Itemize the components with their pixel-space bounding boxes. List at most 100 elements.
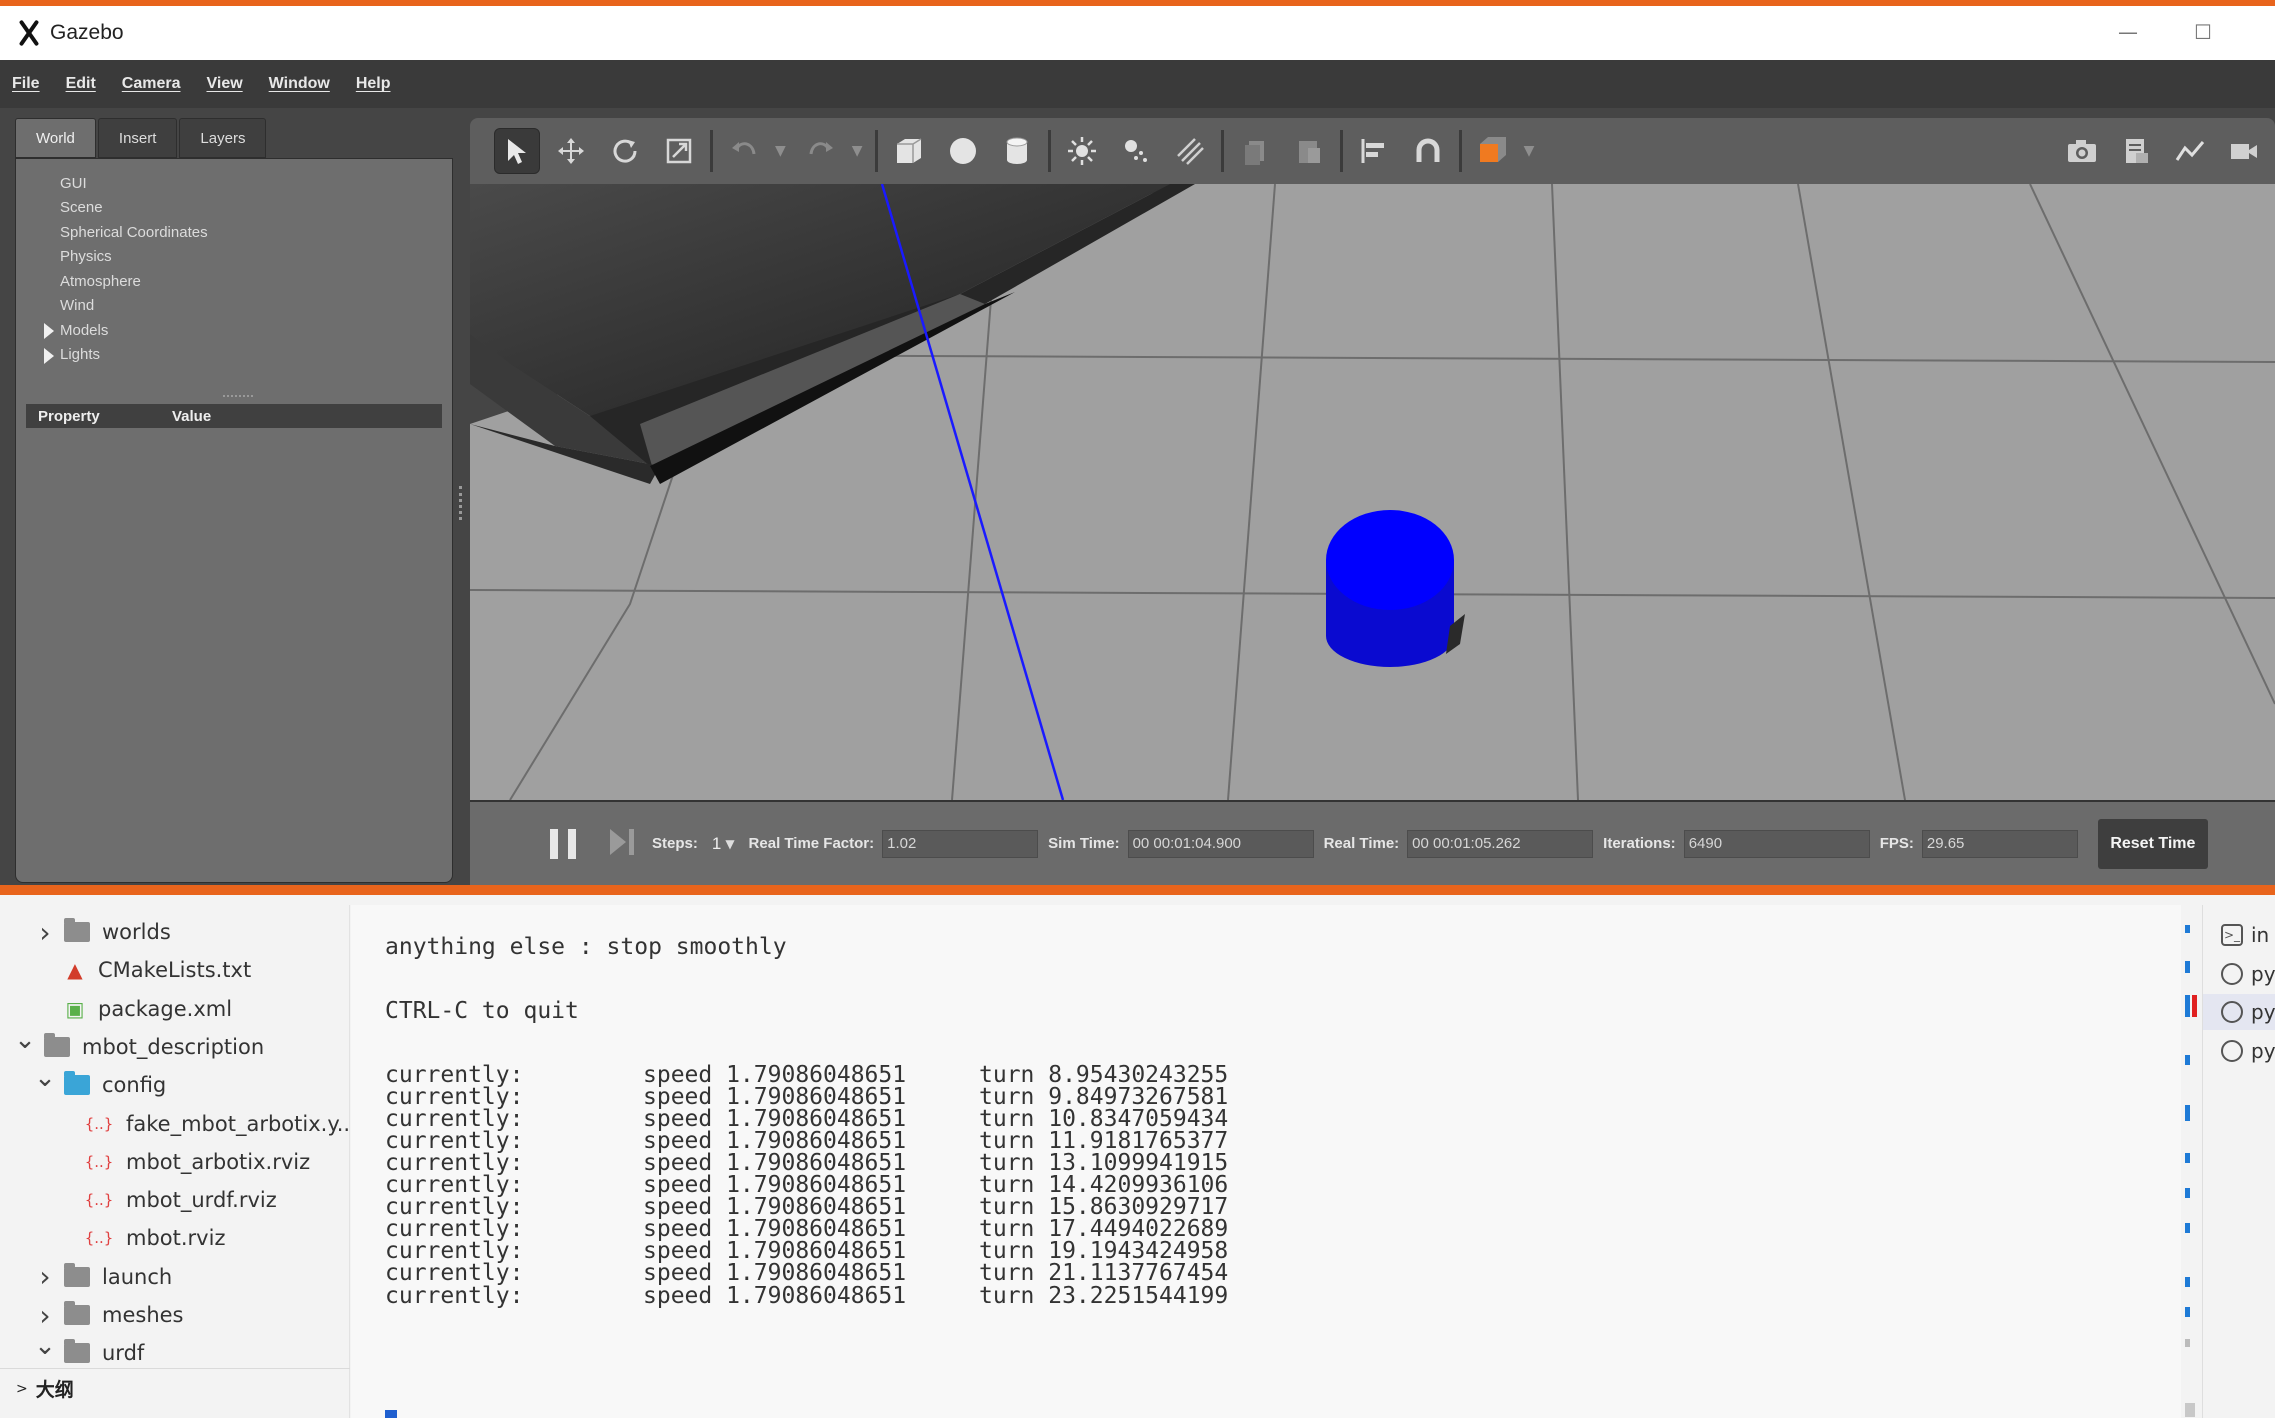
terminal-list-label: py — [2251, 1038, 2275, 1063]
scroll-thumb[interactable] — [2185, 1403, 2195, 1417]
scene-viewport[interactable] — [470, 184, 2275, 800]
log-data-icon[interactable] — [2113, 128, 2159, 174]
world-tree-item[interactable]: Wind — [44, 294, 208, 319]
outline-section-header[interactable]: > 大纲 — [0, 1368, 350, 1408]
menu-view[interactable]: View — [206, 75, 242, 93]
expand-arrow-icon[interactable] — [44, 323, 54, 339]
gutter-mark — [2185, 1277, 2190, 1287]
menu-camera[interactable]: Camera — [122, 75, 181, 93]
align-icon[interactable] — [1351, 128, 1397, 174]
view-angle-dropdown-icon[interactable]: ▼ — [1524, 143, 1535, 159]
explorer-item[interactable]: ⌄ urdf — [34, 1331, 144, 1372]
tab-world[interactable]: World — [15, 118, 96, 158]
toolbar-right — [2059, 118, 2275, 184]
window-title: Gazebo — [50, 21, 124, 44]
plot-icon[interactable] — [2167, 128, 2213, 174]
rtf-value: 1.02 — [882, 829, 1039, 858]
gutter-mark — [2185, 995, 2190, 1017]
redo-icon[interactable] — [798, 128, 844, 174]
menu-edit[interactable]: Edit — [66, 75, 96, 93]
terminal-output[interactable]: anything else : stop smoothly CTRL-C to … — [351, 905, 2181, 1418]
box-shape-icon[interactable] — [886, 128, 932, 174]
menu-help[interactable]: Help — [356, 75, 391, 93]
menu-file[interactable]: File — [12, 75, 40, 93]
sphere-shape-icon[interactable] — [940, 128, 986, 174]
point-light-icon[interactable] — [1059, 128, 1105, 174]
terminal-list-item[interactable]: >_ in — [2221, 917, 2269, 953]
explorer-item[interactable]: {..} fake_mbot_arbotix.y... — [54, 1105, 357, 1143]
world-tree-item[interactable]: Spherical Coordinates — [44, 220, 208, 245]
title-bar: Gazebo — ☐ — [0, 6, 2275, 60]
folder-icon — [64, 918, 90, 942]
directional-light-icon[interactable] — [1167, 128, 1213, 174]
explorer-item[interactable]: ▣ package.xml — [34, 990, 233, 1028]
step-icon[interactable] — [610, 827, 636, 861]
gutter-mark — [2185, 1153, 2190, 1163]
terminal-list-item[interactable]: py — [2221, 1033, 2275, 1069]
snap-magnet-icon[interactable] — [1405, 128, 1451, 174]
tab-insert[interactable]: Insert — [97, 118, 178, 158]
mbot-robot-model[interactable] — [1326, 510, 1465, 667]
tab-layers[interactable]: Layers — [179, 118, 267, 158]
paste-icon[interactable] — [1286, 128, 1332, 174]
cylinder-shape-icon[interactable] — [994, 128, 1040, 174]
world-tree-item[interactable]: Models — [44, 318, 208, 343]
scroll-gutter[interactable] — [2180, 905, 2202, 1418]
translate-tool-icon[interactable] — [548, 128, 594, 174]
explorer-item[interactable]: {..} mbot_urdf.rviz — [54, 1181, 277, 1219]
scale-tool-icon[interactable] — [656, 128, 702, 174]
real-time-value: 00 00:01:05.262 — [1407, 829, 1594, 858]
explorer-item[interactable]: › launch — [34, 1258, 172, 1296]
expand-arrow-icon[interactable] — [44, 347, 54, 364]
world-tree-item[interactable]: Atmosphere — [44, 269, 208, 294]
scene-render[interactable] — [470, 184, 2275, 800]
undo-icon[interactable] — [721, 128, 767, 174]
explorer-item[interactable]: {..} mbot_arbotix.rviz — [54, 1143, 310, 1181]
panel-splitter-handle[interactable] — [223, 395, 253, 397]
folder-icon — [64, 1301, 90, 1325]
world-tree-item[interactable]: Lights — [44, 343, 208, 368]
copy-icon[interactable] — [1232, 128, 1278, 174]
redo-dropdown-icon[interactable]: ▼ — [852, 143, 863, 159]
undo-dropdown-icon[interactable]: ▼ — [775, 143, 786, 159]
select-tool-icon[interactable] — [494, 128, 540, 174]
steps-dropdown-icon[interactable]: ▼ — [725, 837, 734, 851]
explorer-item[interactable]: {..} mbot.rviz — [54, 1219, 226, 1257]
menu-window[interactable]: Window — [269, 75, 330, 93]
iterations-label: Iterations: — [1603, 835, 1676, 852]
terminal-status-line: currently: speed 1.79086048651 turn 23.225… — [385, 1280, 1228, 1312]
chevron-right-icon: > — [16, 1380, 28, 1397]
cut-off-row — [90, 903, 190, 911]
side-splitter-handle[interactable] — [459, 486, 462, 520]
property-table-header: Property Value — [26, 404, 442, 428]
toolbar-separator — [1458, 130, 1462, 172]
world-tree-item[interactable]: Scene — [44, 196, 208, 221]
steps-value[interactable]: 1 — [712, 834, 721, 854]
terminal-list-item[interactable]: py — [2203, 994, 2275, 1030]
explorer-item[interactable]: ▲ CMakeLists.txt — [34, 951, 251, 989]
explorer-item-label: package.xml — [98, 996, 233, 1021]
reset-time-button[interactable]: Reset Time — [2097, 818, 2208, 869]
gutter-mark — [2185, 1105, 2190, 1121]
explorer-item[interactable]: › worlds — [34, 913, 170, 951]
terminal-list-item[interactable]: py — [2221, 956, 2275, 992]
pause-icon[interactable] — [550, 828, 576, 859]
turn-value: turn 23.2251544199 — [979, 1282, 1229, 1309]
explorer-item[interactable]: ⌄ config — [34, 1063, 166, 1104]
maximize-icon[interactable]: ☐ — [2194, 20, 2212, 44]
world-tree-item[interactable]: GUI — [44, 171, 208, 196]
record-video-icon[interactable] — [2221, 128, 2267, 174]
terminal-cursor — [385, 1410, 397, 1418]
world-tree-item[interactable]: Physics — [44, 245, 208, 270]
explorer-item[interactable]: ⌄ mbot_description — [14, 1025, 264, 1066]
view-angle-icon[interactable] — [1470, 128, 1516, 174]
chevron-right-icon: › — [39, 1260, 51, 1294]
explorer-item[interactable]: › meshes — [34, 1296, 183, 1334]
terminal-line: CTRL-C to quit — [385, 998, 579, 1024]
minimize-icon[interactable]: — — [2118, 20, 2138, 44]
spot-light-icon[interactable] — [1113, 128, 1159, 174]
rotate-tool-icon[interactable] — [602, 128, 648, 174]
terminal-list-panel: >_ in py py py — [2202, 905, 2275, 1418]
gutter-mark — [2185, 1307, 2190, 1317]
screenshot-camera-icon[interactable] — [2059, 128, 2105, 174]
